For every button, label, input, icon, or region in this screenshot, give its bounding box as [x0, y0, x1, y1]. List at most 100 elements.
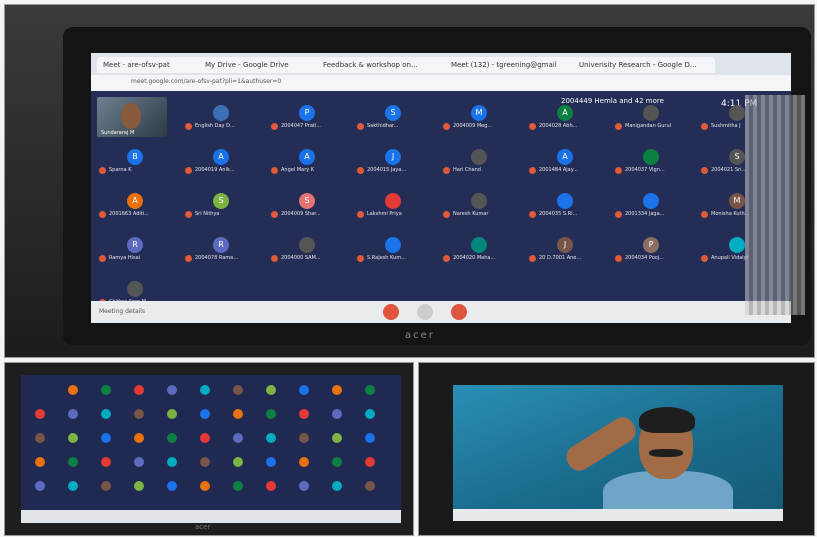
participant-tile	[167, 433, 177, 443]
speaker-arm	[561, 412, 641, 476]
bottom-right-photo	[418, 362, 815, 536]
participant-tile	[299, 433, 309, 443]
participant-name: 2004020 Maha...	[453, 255, 496, 261]
participant-tile	[332, 385, 342, 395]
participant-name: Ramya Hisai	[109, 255, 141, 261]
mic-muted-icon	[357, 123, 364, 130]
mic-muted-icon	[443, 211, 450, 218]
participant-tile: R 2004078 Rama...	[185, 237, 267, 267]
participant-name: Sri Nithya	[195, 211, 220, 217]
avatar: J	[385, 149, 401, 165]
mic-muted-icon	[529, 255, 536, 262]
participant-tile	[200, 409, 210, 419]
avatar	[729, 237, 745, 253]
browser-tab[interactable]: Univerisity Research - Google D...	[573, 57, 715, 73]
participant-tile	[167, 457, 177, 467]
browser-tab[interactable]: My Drive - Google Drive	[199, 57, 321, 73]
participant-name: 2004078 Rama...	[195, 255, 238, 261]
participant-tile	[332, 409, 342, 419]
mic-muted-icon	[185, 255, 192, 262]
participant-tile	[332, 457, 342, 467]
browser-tab-strip: Meet - are-ofsv-pat My Drive - Google Dr…	[91, 53, 791, 75]
participant-tile: A 2001663 Aditi...	[99, 193, 181, 223]
mic-muted-icon	[357, 211, 364, 218]
participant-tile	[266, 481, 276, 491]
participant-tile	[68, 385, 78, 395]
avatar	[127, 281, 143, 297]
participant-name: Anupali Vidalyi	[711, 255, 749, 261]
participant-tile	[200, 385, 210, 395]
participant-tile	[299, 409, 309, 419]
mic-muted-icon	[357, 255, 364, 262]
participant-tile	[332, 433, 342, 443]
participant-tile: S.Rajesh Kum...	[357, 237, 439, 267]
participant-tile: 2004000 SAM...	[271, 237, 353, 267]
participant-tile: Hari Chand	[443, 149, 525, 179]
window-reflection	[745, 95, 805, 315]
participant-tile	[35, 409, 45, 419]
mic-muted-icon	[185, 123, 192, 130]
mic-muted-icon	[615, 255, 622, 262]
participant-tile: R Ramya Hisai	[99, 237, 181, 267]
meeting-details[interactable]: Meeting details	[99, 308, 145, 315]
participant-tile: Manigandan Gurul	[615, 105, 697, 135]
hangup-icon[interactable]	[417, 304, 433, 320]
participant-name: 2001663 Aditi...	[109, 211, 149, 217]
address-url: meet.google.com/are-ofsv-pat?pli=1&authu…	[131, 78, 282, 85]
mic-muted-icon	[443, 167, 450, 174]
laptop-screen	[21, 375, 401, 523]
avatar	[643, 149, 659, 165]
address-bar[interactable]: meet.google.com/are-ofsv-pat?pli=1&authu…	[91, 75, 791, 91]
participant-name: 2004034 Pooj...	[625, 255, 664, 261]
participant-tile	[233, 385, 243, 395]
avatar	[471, 149, 487, 165]
participant-tile: S Sri Nithya	[185, 193, 267, 223]
participant-tile	[167, 385, 177, 395]
mic-muted-icon	[615, 167, 622, 174]
participant-tile	[200, 481, 210, 491]
mic-muted-icon	[529, 123, 536, 130]
avatar: S	[385, 105, 401, 121]
participant-tile: P 2004047 Prati...	[271, 105, 353, 135]
participant-tile	[200, 457, 210, 467]
participant-tile	[299, 481, 309, 491]
avatar: A	[213, 149, 229, 165]
self-name: Sundararaj M	[101, 130, 135, 136]
participant-name: 2004009 Meg...	[453, 123, 493, 129]
mic-muted-icon	[357, 167, 364, 174]
avatar: S	[213, 193, 229, 209]
participant-tile	[266, 457, 276, 467]
avatar: M	[729, 193, 745, 209]
speaker-mustache	[649, 449, 683, 457]
participant-name: 2004015 Jaya...	[367, 167, 407, 173]
mic-muted-icon	[443, 123, 450, 130]
participant-tile	[68, 409, 78, 419]
mic-muted-icon	[271, 123, 278, 130]
participant-tile: A 2004019 Anik...	[185, 149, 267, 179]
browser-tab[interactable]: Meet (132) - tgreening@gmail	[445, 57, 577, 73]
mic-button[interactable]	[383, 304, 399, 320]
participant-name: 2004028 Abh...	[539, 123, 578, 129]
browser-tab[interactable]: Feedback & workshop on...	[317, 57, 449, 73]
mic-muted-icon	[701, 255, 708, 262]
bottom-left-photo: acer	[4, 362, 414, 536]
laptop-brand: acer	[405, 330, 435, 341]
participant-name: S.Rajesh Kum...	[367, 255, 406, 261]
participant-tile	[68, 433, 78, 443]
participant-tile: A Angel Mary K	[271, 149, 353, 179]
participant-tile: 2001334 Jaga...	[615, 193, 697, 223]
participant-tile	[101, 457, 111, 467]
participant-tile	[101, 409, 111, 419]
browser-tab[interactable]: Meet - are-ofsv-pat	[97, 57, 204, 73]
avatar	[557, 193, 573, 209]
camera-button[interactable]	[451, 304, 467, 320]
avatar: S	[299, 193, 315, 209]
participant-tile	[365, 481, 375, 491]
participant-tile	[233, 457, 243, 467]
participant-name: 2004019 Anik...	[195, 167, 235, 173]
participant-tile: P 2004034 Pooj...	[615, 237, 697, 267]
participant-name: Monisha Kuth...	[711, 211, 750, 217]
participant-tile	[200, 433, 210, 443]
avatar: P	[299, 105, 315, 121]
participant-name: Sakthidhar...	[367, 123, 399, 129]
